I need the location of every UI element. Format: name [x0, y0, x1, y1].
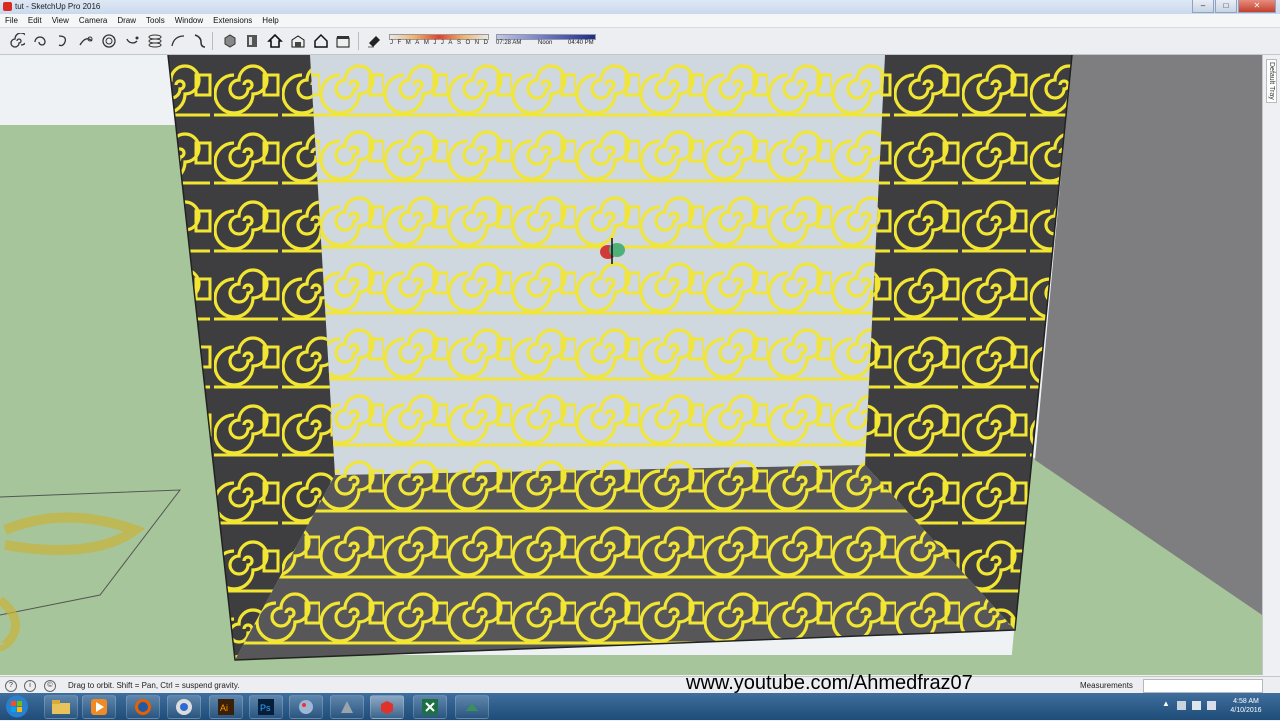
firefox-taskbar-icon[interactable] [126, 695, 160, 719]
credits-icon[interactable]: © [44, 680, 56, 692]
maximize-button[interactable]: □ [1215, 0, 1237, 13]
taskbar-clock[interactable]: 4:58 AM 4/10/2016 [1222, 697, 1270, 715]
measurements-input[interactable] [1143, 679, 1263, 693]
time-noon-label: Noon [538, 40, 553, 46]
illustrator-taskbar-icon[interactable]: Ai [209, 695, 243, 719]
month-label: S [456, 40, 461, 46]
menu-bar: File Edit View Camera Draw Tools Window … [0, 14, 1280, 28]
default-tray[interactable]: Default Tray [1262, 55, 1280, 675]
flag-tray-icon[interactable] [1177, 701, 1186, 710]
show-hidden-icons-icon[interactable]: ▲ [1162, 699, 1171, 708]
house-icon[interactable] [289, 32, 307, 50]
month-label: M [405, 40, 411, 46]
minimize-button[interactable]: – [1192, 0, 1214, 13]
helix-icon[interactable] [146, 32, 164, 50]
photoshop-label: Ps [260, 703, 271, 713]
toolbar-separator [212, 32, 213, 50]
spiral-tool-2-icon[interactable] [31, 32, 49, 50]
menu-view[interactable]: View [47, 14, 74, 27]
volume-tray-icon[interactable] [1207, 701, 1216, 710]
info-icon[interactable]: ? [5, 680, 17, 692]
illustrator-label: Ai [220, 703, 228, 713]
ground-bottom [0, 655, 1262, 675]
arc-spiral-icon[interactable] [123, 32, 141, 50]
curve-tool-icon[interactable] [77, 32, 95, 50]
month-label: F [397, 40, 402, 46]
month-label: N [474, 40, 480, 46]
component-tool-icon[interactable] [221, 32, 239, 50]
month-label: A [415, 40, 420, 46]
window-title: tut - SketchUp Pro 2016 [15, 2, 101, 11]
windows-taskbar: Ai Ps ▲ 4:58 AM 4/10/2016 [0, 693, 1280, 720]
shadow-toggle-icon[interactable] [365, 32, 383, 50]
network-tray-icon[interactable] [1192, 701, 1201, 710]
geo-location-icon[interactable]: i [24, 680, 36, 692]
sketchup-taskbar-icon[interactable] [370, 695, 404, 719]
back-ornament-screen [310, 55, 885, 475]
scene-canvas[interactable] [0, 55, 1262, 675]
paint-taskbar-icon[interactable] [289, 695, 323, 719]
time-start-label: 07:28 AM [496, 40, 522, 46]
spiral-tool-1-icon[interactable] [8, 32, 26, 50]
window-controls: – □ ✕ [1192, 0, 1276, 13]
menu-camera[interactable]: Camera [74, 14, 112, 27]
shadow-month-slider[interactable]: J F M A M J J A S O N D [389, 34, 489, 48]
status-hint: Drag to orbit. Shift = Pan, Ctrl = suspe… [68, 681, 240, 690]
menu-window[interactable]: Window [170, 14, 208, 27]
photoshop-taskbar-icon[interactable]: Ps [249, 695, 283, 719]
month-label: O [465, 40, 471, 46]
warehouse-icon[interactable] [312, 32, 330, 50]
home-view-icon[interactable] [266, 32, 284, 50]
browser-taskbar-icon[interactable] [167, 695, 201, 719]
month-label: J [390, 40, 393, 46]
status-bar: ? i © Drag to orbit. Shift = Pan, Ctrl =… [0, 672, 1280, 694]
shadow-time-slider[interactable]: 07:28 AM Noon 04:40 PM [496, 34, 596, 48]
month-label: D [483, 40, 488, 46]
close-button[interactable]: ✕ [1238, 0, 1276, 13]
menu-tools[interactable]: Tools [141, 14, 170, 27]
sketchup-app-icon [3, 2, 12, 11]
arc-icon[interactable] [169, 32, 187, 50]
menu-draw[interactable]: Draw [112, 14, 141, 27]
circle-spiral-icon[interactable] [100, 32, 118, 50]
media-player-taskbar-icon[interactable] [82, 695, 116, 719]
menu-edit[interactable]: Edit [23, 14, 47, 27]
excel-taskbar-icon[interactable] [413, 695, 447, 719]
menu-extensions[interactable]: Extensions [208, 14, 257, 27]
month-label: A [448, 40, 453, 46]
clock-date: 4/10/2016 [1230, 707, 1262, 714]
toolbar-separator [358, 32, 359, 50]
youtube-watermark: www.youtube.com/Ahmedfraz07 [686, 672, 973, 694]
menu-file[interactable]: File [0, 14, 23, 27]
section-tool-icon[interactable] [243, 32, 261, 50]
spiral-tool-3-icon[interactable] [54, 32, 72, 50]
clock-time: 4:58 AM [1233, 698, 1259, 705]
month-label: J [433, 40, 437, 46]
explorer-taskbar-icon[interactable] [44, 695, 78, 719]
time-end-label: 04:40 PM [568, 40, 594, 46]
default-tray-tab[interactable]: Default Tray [1266, 59, 1277, 103]
title-bar: tut - SketchUp Pro 2016 – □ ✕ [0, 0, 1280, 15]
toolbar [0, 28, 1280, 55]
app-taskbar-icon[interactable] [455, 695, 489, 719]
rhino-taskbar-icon[interactable] [330, 695, 364, 719]
start-button[interactable] [2, 694, 32, 719]
month-label: J [440, 40, 444, 46]
month-label: M [423, 40, 429, 46]
model-viewport[interactable] [0, 55, 1262, 675]
storefront-icon[interactable] [334, 32, 352, 50]
measurements-label: Measurements [1080, 681, 1133, 690]
hook-icon[interactable] [190, 32, 208, 50]
menu-help[interactable]: Help [257, 14, 283, 27]
